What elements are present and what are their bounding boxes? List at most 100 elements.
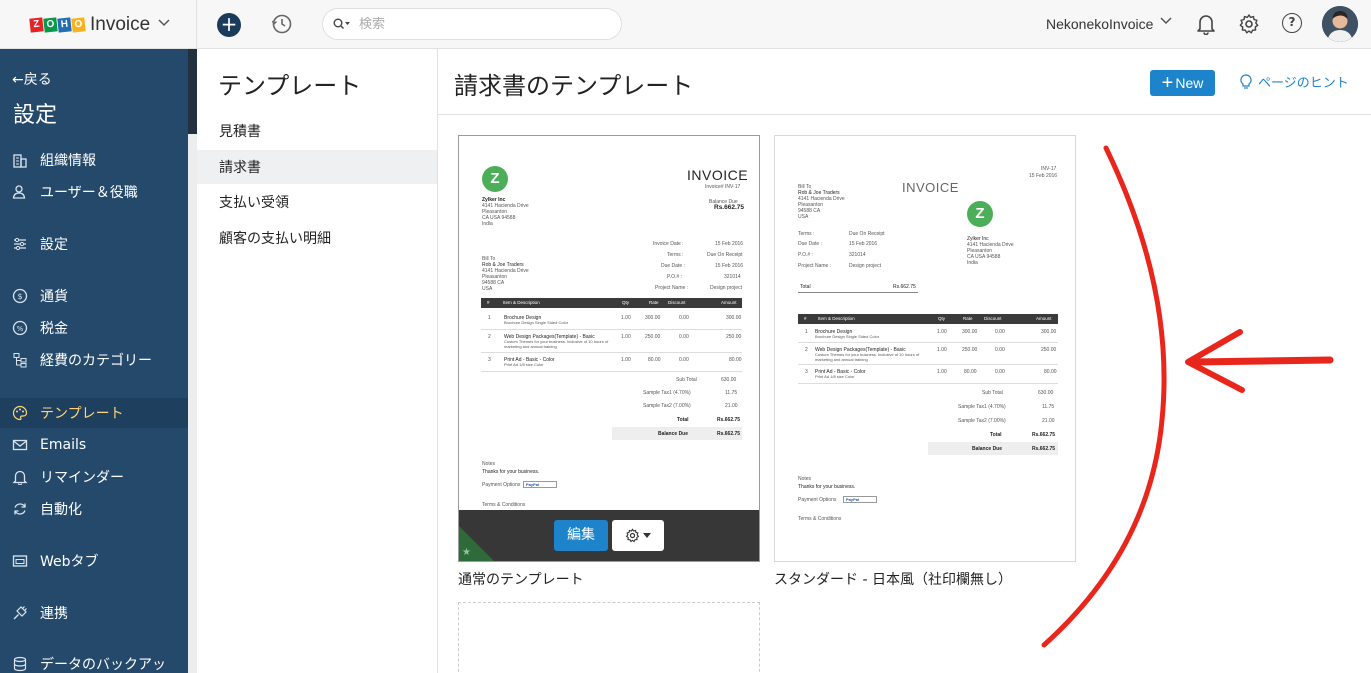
row-number: 2 — [805, 347, 808, 353]
help-icon[interactable]: ? — [1282, 13, 1302, 33]
company-logo: Z — [482, 166, 508, 192]
column-header: Qty — [622, 300, 630, 305]
app-switcher[interactable]: ZOHO Invoice — [0, 0, 197, 49]
item-rate: 300.00 — [645, 315, 661, 321]
sidebar-item-data-backup[interactable]: データのバックアッ — [0, 649, 188, 673]
sidebar-item-templates[interactable]: テンプレート — [0, 398, 188, 428]
item-discount: 0.00 — [995, 347, 1005, 353]
tax2-label: Sample Tax2 (7.00%) — [643, 403, 691, 409]
meta-label: Terms : — [667, 252, 684, 258]
new-label: New — [1175, 75, 1204, 91]
sliders-icon — [12, 236, 28, 252]
column-header: Qty — [938, 316, 946, 321]
sidebar-item-automation[interactable]: 自動化 — [0, 494, 188, 524]
new-template-button[interactable]: + New — [1150, 70, 1215, 96]
subnav-item-estimates[interactable]: 見積書 — [197, 114, 437, 148]
invoice-title: INVOICE — [687, 167, 749, 183]
subnav-item-invoices[interactable]: 請求書 — [197, 150, 437, 184]
item-discount: 0.00 — [679, 334, 689, 340]
org-switcher[interactable]: NekonekoInvoice — [1046, 16, 1153, 32]
sidebar-item-expense-categories[interactable]: 経費のカテゴリー — [0, 345, 188, 375]
row-divider — [481, 352, 742, 353]
database-icon — [12, 656, 28, 672]
template-card-placeholder[interactable] — [458, 602, 760, 673]
caret-down-icon — [643, 533, 651, 538]
zoho-logo: ZOHO — [29, 16, 86, 33]
item-description: Brochure Design Single Sided Color — [504, 320, 569, 325]
sidebar-item-taxes[interactable]: % 税金 — [0, 313, 188, 343]
avatar[interactable] — [1322, 6, 1358, 42]
tree-icon — [12, 352, 28, 368]
row-number: 3 — [488, 357, 491, 363]
sidebar-item-label: データのバックアッ — [40, 657, 166, 673]
total-label: Total — [990, 432, 1002, 438]
sidebar-item-reminders[interactable]: リマインダー — [0, 462, 188, 492]
item-qty: 1.00 — [937, 329, 947, 335]
window-icon — [12, 553, 28, 569]
hint-label: ページのヒント — [1258, 76, 1349, 91]
bill-to-address: USA — [482, 286, 493, 292]
item-rate: 80.00 — [964, 369, 977, 375]
search-icon[interactable] — [333, 15, 351, 34]
meta-label: Invoice Date : — [653, 241, 684, 247]
quick-create-button[interactable]: + — [217, 13, 241, 37]
palette-icon — [12, 405, 28, 421]
company-address: India — [967, 260, 978, 266]
column-header: Amount — [721, 300, 737, 305]
back-link[interactable]: ←戻る — [12, 69, 52, 89]
row-divider — [798, 383, 1058, 384]
column-header: Rate — [963, 316, 973, 321]
sidebar-item-label: テンプレート — [40, 406, 124, 422]
page-title: 請求書のテンプレート — [454, 72, 694, 100]
sidebar-item-currencies[interactable]: $ 通貨 — [0, 281, 188, 311]
item-qty: 1.00 — [937, 369, 947, 375]
subnav-item-payment-receipts[interactable]: 支払い受領 — [197, 185, 437, 219]
item-rate: 80.00 — [648, 357, 661, 363]
sidebar-item-web-tabs[interactable]: Webタブ — [0, 546, 188, 576]
total-value: Rs.662.75 — [717, 417, 741, 423]
meta-label: P.O.# : — [667, 274, 682, 280]
template-card-default[interactable]: Z INVOICE Invoice# INV-17 Balance Due Rs… — [458, 135, 760, 562]
tax1-label: Sample Tax1 (4.70%) — [643, 390, 691, 396]
item-qty: 1.00 — [937, 347, 947, 353]
sidebar-panel: ←戻る 設定 組織情報 ユーザー＆役職 設定 $ 通貨 % 税金 経費のカテゴリ… — [0, 49, 188, 673]
subnav-item-customer-statements[interactable]: 顧客の支払い明細 — [197, 221, 437, 255]
row-divider — [798, 364, 1058, 365]
sidebar-scrollbar[interactable] — [188, 134, 197, 673]
chevron-down-icon[interactable] — [1160, 17, 1172, 28]
history-icon[interactable] — [271, 13, 293, 35]
search-input[interactable] — [359, 16, 579, 32]
sidebar-item-integrations[interactable]: 連携 — [0, 598, 188, 628]
search-box[interactable] — [322, 8, 622, 40]
top-bar: ZOHO Invoice + NekonekoInvoice ? — [0, 0, 1371, 49]
item-description: Print Ad 1/8 size Color — [815, 374, 855, 379]
balance-due-label: Balance Due — [972, 446, 1003, 452]
main-header: 請求書のテンプレート + New ページのヒント — [438, 49, 1371, 115]
column-header: # — [487, 300, 490, 305]
sidebar-item-users[interactable]: ユーザー＆役職 — [0, 177, 188, 207]
edit-template-button[interactable]: 編集 — [554, 520, 608, 551]
template-options-button[interactable] — [612, 520, 664, 551]
row-divider — [481, 371, 742, 372]
item-discount: 0.00 — [995, 329, 1005, 335]
chevron-down-icon — [158, 19, 170, 30]
meta-value: 321014 — [849, 252, 866, 258]
building-icon — [12, 152, 28, 168]
sidebar-item-emails[interactable]: Emails — [0, 430, 188, 460]
meta-label: Terms : — [798, 231, 815, 237]
card-actions-overlay: ★ 編集 — [459, 510, 759, 561]
sidebar-item-preferences[interactable]: 設定 — [0, 229, 188, 259]
settings-gear-icon[interactable] — [1238, 13, 1260, 39]
item-amount: 300.00 — [726, 315, 742, 321]
page-tips-link[interactable]: ページのヒント — [1240, 72, 1349, 91]
items-table-header: # Item & Description Qty Rate Discount A… — [481, 298, 742, 308]
sidebar-item-label: 連携 — [40, 606, 68, 622]
notification-bell-icon[interactable] — [1196, 13, 1216, 39]
sidebar-item-organization[interactable]: 組織情報 — [0, 145, 188, 175]
notes-text: Thanks for your business. — [482, 469, 540, 475]
meta-value: 15 Feb 2016 — [849, 241, 878, 247]
terms-label: Terms & Conditions — [482, 502, 526, 508]
column-header: Discount — [668, 300, 686, 305]
item-description: Brochure Design Single Sided Color — [815, 334, 880, 339]
lightbulb-icon — [1240, 73, 1252, 90]
